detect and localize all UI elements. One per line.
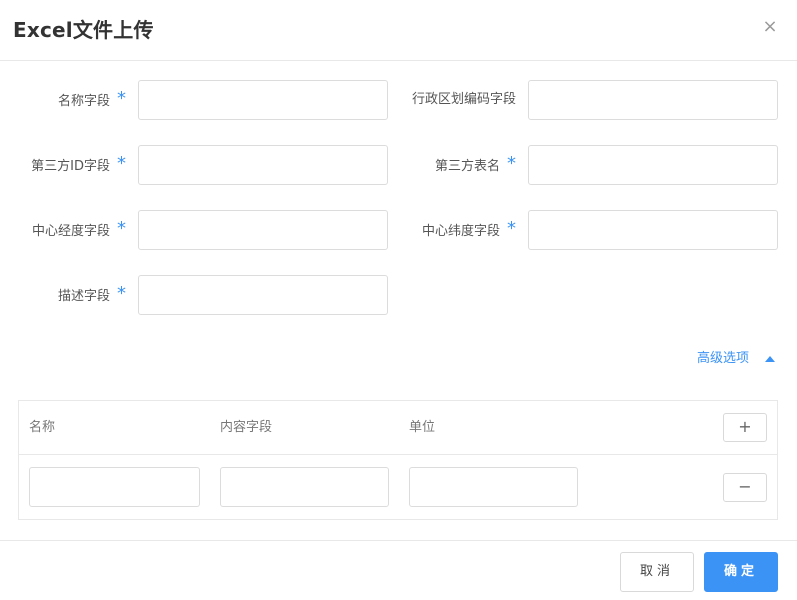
third-party-table-input[interactable]	[528, 145, 778, 185]
required-mark: *	[117, 218, 126, 239]
region-code-field-input[interactable]	[528, 80, 778, 120]
dialog-title: Excel文件上传	[13, 18, 154, 42]
column-header-name: 名称	[29, 420, 56, 435]
caret-up-icon[interactable]	[765, 356, 775, 362]
required-mark: *	[507, 153, 516, 174]
required-mark: *	[117, 88, 126, 109]
column-header-unit: 单位	[409, 420, 436, 435]
row-name-input[interactable]	[29, 467, 200, 507]
excel-upload-dialog: Excel文件上传 × 名称字段 * 行政区划编码字段 第三方ID字段 * 第三…	[0, 0, 797, 600]
dialog-footer: 取消 确定	[0, 540, 797, 600]
field-label-region-code: 行政区划编码字段	[411, 92, 516, 107]
column-header-content-field: 内容字段	[220, 420, 273, 435]
third-party-id-field-input[interactable]	[138, 145, 388, 185]
confirm-button[interactable]: 确定	[704, 552, 778, 592]
advanced-options-toggle[interactable]: 高级选项	[697, 350, 749, 368]
row-unit-input[interactable]	[409, 467, 578, 507]
field-label-center-longitude: 中心经度字段	[31, 224, 110, 239]
field-label-third-party-id: 第三方ID字段	[31, 159, 110, 174]
description-field-input[interactable]	[138, 275, 388, 315]
row-content-field-input[interactable]	[220, 467, 389, 507]
name-field-input[interactable]	[138, 80, 388, 120]
required-mark: *	[507, 218, 516, 239]
remove-row-button[interactable]: −	[723, 473, 767, 502]
add-row-button[interactable]: +	[723, 413, 767, 442]
close-icon[interactable]: ×	[760, 16, 780, 38]
field-label-third-party-table: 第三方表名	[434, 159, 500, 174]
field-label-name: 名称字段	[57, 94, 110, 109]
center-latitude-field-input[interactable]	[528, 210, 778, 250]
required-mark: *	[117, 153, 126, 174]
required-mark: *	[117, 283, 126, 304]
table-header: 名称 内容字段 单位 +	[19, 401, 777, 455]
field-label-description: 描述字段	[57, 289, 110, 304]
center-longitude-field-input[interactable]	[138, 210, 388, 250]
dialog-header: Excel文件上传 ×	[0, 0, 797, 61]
cancel-button[interactable]: 取消	[620, 552, 694, 592]
advanced-fields-table: 名称 内容字段 单位 + −	[18, 400, 778, 520]
field-label-center-latitude: 中心纬度字段	[421, 224, 500, 239]
